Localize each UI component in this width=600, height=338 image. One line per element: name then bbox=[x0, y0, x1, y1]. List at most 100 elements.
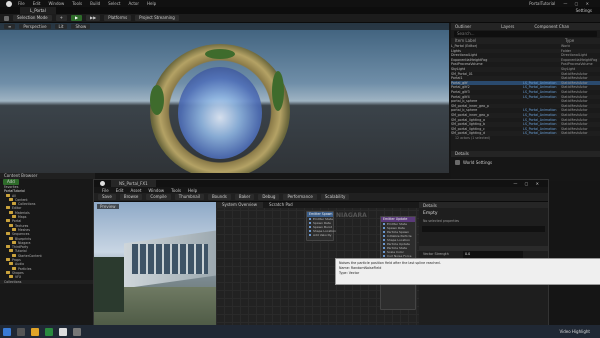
vine-top bbox=[205, 49, 235, 59]
outliner-search-input[interactable]: Search... bbox=[454, 31, 597, 37]
project-name: PortalTutorial bbox=[529, 1, 556, 6]
bp-menu-tools[interactable]: Tools bbox=[171, 188, 181, 193]
folder-icon bbox=[12, 202, 16, 206]
niagara-asset-tab[interactable]: NS_Portal_FX1 bbox=[111, 180, 156, 187]
outliner-footer: 12 actors (1 selected) bbox=[455, 135, 490, 140]
niagara-toolbar: Save Browse Compile Thumbnail Bounds Bak… bbox=[94, 193, 548, 202]
menu-actor[interactable]: Actor bbox=[128, 1, 139, 6]
node-emitter-spawn[interactable]: Emitter Spawn Emitter State Spawn Rate Spa… bbox=[306, 211, 336, 241]
save-icon[interactable] bbox=[4, 15, 9, 21]
outliner-row-type: StaticMeshActor bbox=[561, 131, 588, 136]
preview-label[interactable]: Preview bbox=[97, 204, 119, 209]
search-icon[interactable] bbox=[17, 327, 25, 336]
folder-icon bbox=[12, 240, 16, 244]
menu-file[interactable]: File bbox=[18, 1, 25, 6]
bp-thumbnail-button[interactable]: Thumbnail bbox=[174, 194, 204, 200]
explorer-icon[interactable] bbox=[31, 327, 39, 336]
bp-menu-asset[interactable]: Asset bbox=[130, 188, 141, 193]
streaming-dropdown[interactable]: Project Streaming bbox=[135, 15, 179, 21]
layers-tab[interactable]: Layers bbox=[501, 23, 514, 30]
bp-menu-window[interactable]: Window bbox=[148, 188, 164, 193]
outliner-panel: Outliner Layers Component Chan Search...… bbox=[451, 23, 600, 151]
niagara-window-controls[interactable]: — ▢ ✕ bbox=[513, 181, 542, 186]
folder-icon bbox=[9, 249, 13, 253]
menu-select[interactable]: Select bbox=[108, 1, 120, 6]
add-button[interactable]: + bbox=[55, 15, 67, 21]
collections-label[interactable]: Collections bbox=[0, 279, 95, 284]
lit-button[interactable]: Lit bbox=[54, 24, 68, 29]
play-button[interactable]: ▶ bbox=[70, 15, 83, 21]
bp-menu-file[interactable]: File bbox=[102, 188, 109, 193]
details-subtitle: Empty bbox=[423, 211, 438, 216]
folder-icon bbox=[6, 193, 10, 197]
chrome-icon[interactable] bbox=[73, 327, 81, 336]
bp-baker-button[interactable]: Baker bbox=[234, 194, 255, 200]
vine-right bbox=[272, 71, 284, 111]
menu-edit[interactable]: Edit bbox=[33, 1, 41, 6]
tab-scratch-pad[interactable]: Scratch Pad bbox=[263, 202, 299, 208]
bp-menu-help[interactable]: Help bbox=[188, 188, 197, 193]
main-toolbar: Selection Mode + ▶ ▶▶ Platforms Project … bbox=[0, 14, 600, 23]
outliner-tabs: Outliner Layers Component Chan bbox=[451, 23, 600, 30]
tooltip-line-3: Type: Vector bbox=[339, 271, 360, 275]
folder-label: VFX bbox=[15, 275, 22, 280]
bp-save-button[interactable]: Save bbox=[98, 194, 116, 200]
preview-viewport[interactable]: Preview bbox=[94, 202, 216, 327]
show-button[interactable]: Show bbox=[71, 24, 91, 29]
folder-tree: All Content Collections Editor Materials Maps… bbox=[0, 193, 95, 280]
folder-icon bbox=[6, 270, 10, 274]
details-panel-tab[interactable]: Details bbox=[423, 203, 437, 208]
component-tab[interactable]: Component Chan bbox=[534, 23, 569, 30]
details-search-input[interactable] bbox=[422, 226, 545, 232]
window-controls[interactable]: — ▢ ✕ bbox=[563, 1, 592, 6]
niagara-editor-window: NS_Portal_FX1 — ▢ ✕ File Edit Asset Wind… bbox=[93, 179, 549, 327]
app-icon[interactable] bbox=[45, 327, 53, 336]
node-pin-row[interactable]: Add Velocity bbox=[307, 233, 333, 237]
settings-button[interactable]: Settings bbox=[576, 8, 592, 13]
folder-icon bbox=[9, 197, 13, 201]
folder-icon bbox=[12, 227, 16, 231]
outliner-tab[interactable]: Outliner bbox=[455, 23, 471, 30]
folder-icon bbox=[6, 258, 10, 262]
platforms-dropdown[interactable]: Platforms bbox=[104, 15, 132, 21]
start-icon[interactable] bbox=[3, 327, 11, 336]
folder-icon bbox=[12, 266, 16, 270]
details-strip: Details World Settings bbox=[451, 151, 600, 181]
menu-bar: File Edit Window Tools Build Select Acto… bbox=[0, 0, 600, 7]
windows-taskbar: Video Highlight bbox=[0, 325, 600, 338]
bp-debug-button[interactable]: Debug bbox=[258, 194, 280, 200]
mode-dropdown[interactable]: Selection Mode bbox=[13, 15, 52, 21]
level-tab-bar: L_Portal Settings bbox=[0, 7, 600, 14]
content-browser: Content Browser Add Favorites PortalTuto… bbox=[0, 173, 95, 325]
unreal-logo bbox=[6, 0, 12, 7]
bp-scalability-button[interactable]: Scalability bbox=[320, 194, 350, 200]
world-settings-tab[interactable]: World Settings bbox=[463, 160, 492, 165]
tab-system-overview[interactable]: System Overview bbox=[216, 202, 264, 208]
property-tooltip: Noises the particle position field after… bbox=[335, 258, 600, 285]
folder-label: StarterContent bbox=[18, 253, 42, 258]
globe-icon bbox=[455, 160, 460, 165]
details-tab[interactable]: Details bbox=[455, 151, 469, 157]
bp-compile-button[interactable]: Compile bbox=[146, 194, 171, 200]
folder-icon bbox=[6, 245, 10, 249]
folder-icon bbox=[9, 223, 13, 227]
level-viewport[interactable]: ≡ Perspective Lit Show bbox=[0, 23, 449, 173]
menu-window[interactable]: Window bbox=[48, 1, 64, 6]
skip-button[interactable]: ▶▶ bbox=[86, 15, 101, 21]
menu-tools[interactable]: Tools bbox=[72, 1, 82, 6]
bp-bounds-button[interactable]: Bounds bbox=[207, 194, 231, 200]
perspective-button[interactable]: Perspective bbox=[19, 24, 51, 29]
tab-level[interactable]: L_Portal bbox=[20, 7, 56, 14]
bp-menu-edit[interactable]: Edit bbox=[116, 188, 124, 193]
folder-icon bbox=[12, 253, 16, 257]
viewport-toolbar: ≡ Perspective Lit Show bbox=[0, 23, 449, 30]
building-windows bbox=[132, 244, 208, 274]
bp-browse-button[interactable]: Browse bbox=[119, 194, 143, 200]
menu-build[interactable]: Build bbox=[90, 1, 100, 6]
bp-performance-button[interactable]: Performance bbox=[283, 194, 317, 200]
unreal-logo-small bbox=[100, 181, 105, 186]
unreal-taskbar-icon[interactable] bbox=[59, 327, 67, 336]
menu-help[interactable]: Help bbox=[147, 1, 156, 6]
folder-icon bbox=[9, 275, 13, 279]
viewport-menu-icon[interactable]: ≡ bbox=[4, 24, 16, 29]
